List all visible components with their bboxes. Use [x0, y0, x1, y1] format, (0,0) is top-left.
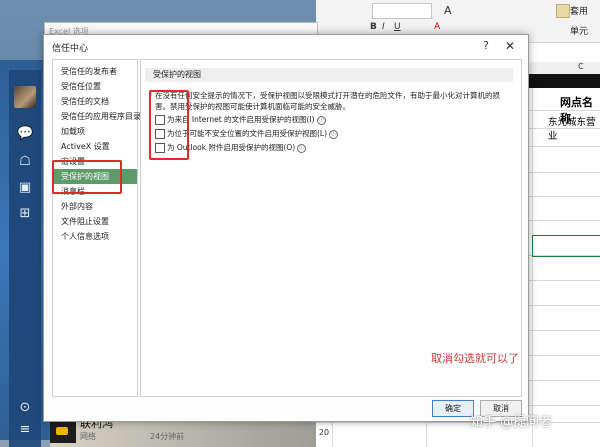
option-label-internet-files: 为来自 Internet 的文件启用受保护的视图(I) ⓘ [167, 114, 326, 125]
sheet-row-cell[interactable]: 东光城东营业 [548, 114, 600, 142]
nav-item-trusted-publishers[interactable]: 受信任的发布者 [53, 64, 137, 79]
column-c-header[interactable]: C [578, 62, 584, 71]
nav-item-trusted-documents[interactable]: 受信任的文档 [53, 94, 137, 109]
section-description: 在没有任何安全提示的情况下，受保护视图以受限模式打开潜在的危险文件，有助于最小化… [155, 91, 500, 111]
annotation-box-checkboxes [149, 90, 189, 160]
help-icon[interactable]: ? [478, 38, 494, 54]
bold-button[interactable]: B [370, 22, 377, 32]
message-time: 24分钟前 [150, 432, 185, 441]
nav-item-trusted-locations[interactable]: 受信任位置 [53, 79, 137, 94]
dialog-titlebar: 信任中心 ? ✕ [44, 35, 528, 59]
menu-icon[interactable]: ≡ [17, 422, 33, 438]
grow-font-button[interactable]: A [444, 4, 452, 17]
annotation-text: 取消勾选就可以了 [431, 352, 519, 365]
selected-cell[interactable] [532, 235, 600, 257]
info-icon: ⓘ [316, 116, 326, 125]
nav-item-external-content[interactable]: 外部内容 [53, 199, 137, 214]
nav-item-file-block-settings[interactable]: 文件阻止设置 [53, 214, 137, 229]
apps-icon[interactable]: ⊞ [17, 206, 33, 222]
row-number[interactable]: 20 [316, 428, 332, 437]
gridline-h [316, 422, 600, 423]
app-sidebar: 💬 ☖ ▣ ⊞ ⊙ ≡ [9, 70, 41, 447]
cell-style-label[interactable]: 单元 [570, 24, 588, 37]
option-text-unsafe-locations: 为位于可能不安全位置的文件启用受保护视图(L) [167, 129, 328, 138]
contact-subtitle: 网络 [80, 432, 96, 441]
contacts-icon[interactable]: ☖ [17, 154, 33, 170]
dialog-title: 信任中心 [52, 44, 89, 54]
settings-icon[interactable]: ⊙ [17, 400, 33, 416]
watermark: 知乎 @提问者 [470, 415, 553, 430]
italic-button[interactable]: I [382, 22, 385, 32]
info-icon: ⓘ [329, 130, 339, 139]
format-as-table-label[interactable]: 套用 [570, 4, 588, 17]
gridline-v [532, 88, 533, 447]
font-color-button[interactable]: A [434, 22, 440, 32]
close-icon[interactable]: ✕ [502, 38, 518, 54]
trust-center-nav: 受信任的发布者 受信任位置 受信任的文档 受信任的应用程序目录 加载项 Acti… [52, 59, 141, 397]
nav-item-privacy-options[interactable]: 个人信息选项 [53, 229, 137, 244]
nav-item-addins[interactable]: 加载项 [53, 124, 137, 139]
nav-item-activex-settings[interactable]: ActiveX 设置 [53, 139, 137, 154]
info-icon: ⓘ [297, 144, 307, 153]
section-title: 受保护的视图 [145, 68, 513, 82]
option-text-internet-files: 为来自 Internet 的文件启用受保护的视图(I) [167, 115, 315, 124]
avatar[interactable] [14, 86, 36, 108]
protected-view-panel: 受保护的视图 在没有任何安全提示的情况下，受保护视图以受限模式打开潜在的危险文件… [140, 59, 522, 397]
chat-icon[interactable]: 💬 [17, 126, 33, 142]
logo-mark [56, 427, 68, 435]
trust-center-dialog: 信任中心 ? ✕ 受信任的发布者 受信任位置 受信任的文档 受信任的应用程序目录… [43, 34, 529, 422]
font-size-select[interactable] [372, 3, 432, 19]
document-icon[interactable]: ▣ [17, 180, 33, 196]
option-label-unsafe-locations: 为位于可能不安全位置的文件启用受保护视图(L) ⓘ [167, 128, 339, 139]
ok-button[interactable]: 确定 [432, 400, 474, 417]
annotation-box-protected-view [52, 160, 122, 194]
underline-button[interactable]: U [394, 22, 401, 32]
nav-item-trusted-app-catalogs[interactable]: 受信任的应用程序目录 [53, 109, 141, 124]
format-as-table-icon[interactable] [556, 4, 570, 18]
